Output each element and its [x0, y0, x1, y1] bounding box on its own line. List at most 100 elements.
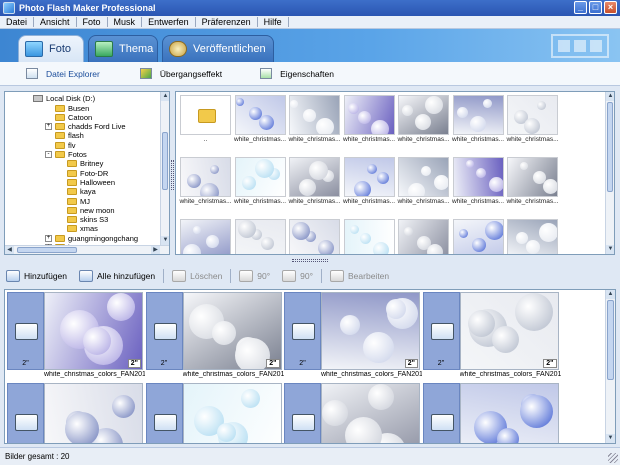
thumbnail-item[interactable]: white_christmas... — [452, 157, 504, 206]
edit-button[interactable]: Bearbeiten — [330, 270, 389, 282]
collapse-icon[interactable]: - — [45, 151, 52, 158]
storyboard-scroll-down-arrow[interactable]: ▼ — [606, 434, 615, 443]
menu-ansicht[interactable]: Ansicht — [34, 17, 77, 27]
storyboard-slide[interactable]: 2" — [422, 383, 559, 443]
menu-datei[interactable]: Datei — [0, 17, 35, 27]
add-button[interactable]: Hinzufügen — [6, 270, 67, 282]
minimize-button[interactable]: _ — [574, 1, 587, 14]
folder-tree[interactable]: Local Disk (D:) - BusenCatoon + chadds For… — [4, 91, 170, 255]
tree-item-label: kaya — [80, 187, 96, 197]
rotate-right-button[interactable]: 90° — [282, 270, 313, 282]
panel-vertical-splitter[interactable] — [171, 160, 174, 190]
scroll-up-arrow[interactable]: ▲ — [161, 92, 169, 101]
resize-grip-icon[interactable] — [608, 453, 618, 463]
slide-image[interactable] — [44, 383, 143, 443]
slide-image[interactable]: 2" — [44, 292, 143, 370]
thumbnail-item[interactable] — [343, 219, 395, 254]
menu-musk[interactable]: Musk — [108, 17, 143, 27]
slide-image[interactable] — [182, 383, 282, 443]
thumbnail-item[interactable]: white_christmas... — [343, 95, 395, 144]
thumbnail-item[interactable] — [507, 219, 558, 254]
thumbnail-grid[interactable]: .. white_christmas... white_christmas... wh… — [175, 91, 615, 255]
thumbnail-item[interactable]: white_christmas... — [343, 157, 395, 206]
thumbnail-item[interactable]: white_christmas... — [288, 95, 341, 144]
transition-slot[interactable]: 2" — [422, 383, 460, 443]
thumbnail-item[interactable]: white_christmas... — [288, 157, 341, 206]
slide-image[interactable]: 2" — [321, 292, 420, 370]
slide-image[interactable]: 2" — [182, 292, 282, 370]
thumbnail-item[interactable] — [289, 219, 340, 254]
tab-foto[interactable]: Foto — [18, 35, 84, 62]
slide-image[interactable] — [459, 383, 559, 443]
transition-slot[interactable]: 2" — [145, 292, 183, 370]
scroll-left-arrow[interactable]: ◀ — [5, 246, 14, 254]
storyboard-scroll-up-arrow[interactable]: ▲ — [606, 290, 615, 299]
transition-slot[interactable]: 2" — [284, 292, 321, 370]
grid-vertical-scrollbar[interactable]: ▲ ▼ — [605, 92, 614, 254]
close-button[interactable]: × — [604, 1, 617, 14]
subtab-uebergangseffekt[interactable]: Übergangseffekt — [139, 68, 222, 79]
thumbnail-item[interactable] — [452, 219, 504, 254]
ornament-shape — [83, 327, 111, 355]
subtab-datei-explorer[interactable]: Datei Explorer — [26, 68, 100, 79]
ornament-shape — [421, 166, 431, 176]
tab-veroeffentlichen[interactable]: Veröffentlichen — [162, 35, 274, 62]
parent-folder-item[interactable]: .. — [180, 95, 231, 144]
thumbnail-item[interactable] — [180, 219, 231, 254]
thumbnail-item[interactable]: white_christmas... — [397, 95, 450, 144]
menu-hilfe[interactable]: Hilfe — [258, 17, 289, 27]
subtab-eigenschaften[interactable]: Eigenschaften — [260, 68, 334, 79]
tree-vertical-scrollbar[interactable]: ▲ ▼ — [160, 92, 169, 254]
thumbnail-item[interactable]: white_christmas... — [452, 95, 504, 144]
menu-praeferenzen[interactable]: Präferenzen — [196, 17, 258, 27]
storyboard-scroll-thumb[interactable] — [607, 300, 614, 380]
thumbnail-item[interactable] — [398, 219, 449, 254]
add-all-button[interactable]: Alle hinzufügen — [79, 270, 155, 282]
storyboard-slide[interactable]: 2" — [145, 383, 282, 443]
thumbnail-item[interactable]: white_christmas... — [234, 157, 286, 206]
thumbnail-item[interactable]: white_christmas... — [506, 95, 559, 144]
scroll-right-arrow[interactable]: ▶ — [151, 246, 160, 254]
expand-icon[interactable]: + — [45, 234, 52, 242]
grid-scroll-down-arrow[interactable]: ▼ — [606, 245, 614, 254]
grid-scroll-thumb[interactable] — [607, 102, 613, 192]
ornament-shape — [309, 161, 328, 180]
slide-image[interactable] — [321, 383, 420, 443]
panel-horizontal-splitter[interactable] — [0, 258, 620, 264]
storyboard-slide[interactable]: 2" 2" white_christmas_colors_FAN201... — [284, 292, 422, 378]
ornament-shape — [211, 321, 236, 345]
thumbnail-item[interactable] — [234, 219, 286, 254]
menu-foto[interactable]: Foto — [77, 17, 108, 27]
thumbnail-image — [343, 95, 395, 135]
tree-item-drive[interactable]: Local Disk (D:) — [33, 93, 95, 103]
grid-scroll-up-arrow[interactable]: ▲ — [606, 92, 614, 101]
transition-slot[interactable]: 2" — [422, 292, 460, 370]
storyboard-vertical-scrollbar[interactable]: ▲ ▼ — [605, 290, 615, 443]
menu-entwerfen[interactable]: Entwerfen — [142, 17, 196, 27]
maximize-button[interactable]: □ — [589, 1, 602, 14]
thumbnail-item[interactable]: white_christmas... — [397, 157, 450, 206]
slide-image[interactable]: 2" — [459, 292, 559, 370]
transition-slot[interactable]: 2" — [145, 383, 183, 443]
transition-slot[interactable]: 2" — [7, 383, 44, 443]
tree-scroll-thumb[interactable] — [162, 132, 168, 190]
film-strip-decoration — [551, 34, 609, 58]
thumbnail-item[interactable]: white_christmas... — [234, 95, 286, 144]
transition-slot[interactable]: 2" — [284, 383, 321, 443]
storyboard-slide[interactable]: 2" 2" white_christmas_colors_FAN201... — [422, 292, 561, 378]
delete-button[interactable]: Löschen — [172, 270, 222, 282]
storyboard-slide[interactable]: 2" — [7, 383, 143, 443]
storyboard-slide[interactable]: 2" — [284, 383, 420, 443]
thumbnail-item[interactable]: white_christmas... — [179, 157, 232, 206]
slide-storyboard[interactable]: 2" 2" white_christmas_colors_FAN201... 2" 2"… — [4, 289, 616, 444]
transition-slot[interactable]: 2" — [7, 292, 44, 370]
thumbnail-item[interactable]: white_christmas... — [506, 157, 559, 206]
tree-horizontal-scrollbar[interactable]: ◀ ▶ — [5, 245, 169, 254]
scroll-down-arrow[interactable]: ▼ — [161, 236, 169, 245]
storyboard-slide[interactable]: 2" 2" white_christmas_colors_FAN201... — [7, 292, 145, 378]
tab-thema[interactable]: Thema — [88, 35, 158, 62]
storyboard-slide[interactable]: 2" 2" white_christmas_colors_FAN201... — [145, 292, 284, 378]
rotate-left-button[interactable]: 90° — [239, 270, 270, 282]
expand-icon[interactable]: + — [45, 123, 52, 131]
tree-hscroll-thumb[interactable] — [17, 247, 77, 253]
